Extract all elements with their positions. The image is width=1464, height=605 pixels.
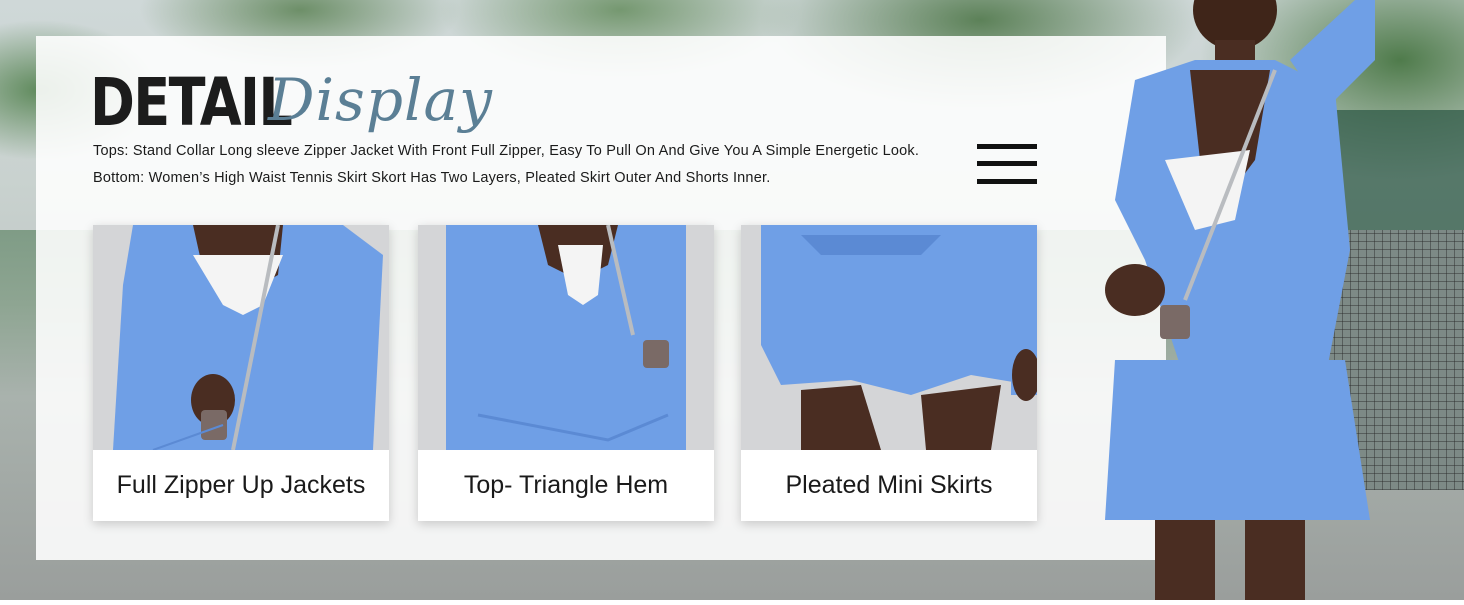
card-triangle-hem[interactable]: Top- Triangle Hem: [418, 225, 714, 521]
card-caption: Pleated Mini Skirts: [785, 471, 993, 499]
menu-bar: [977, 161, 1037, 166]
title-bold-text: DETAIL: [90, 64, 293, 141]
card-caption: Top- Triangle Hem: [463, 471, 669, 499]
title-script-text: Display: [268, 66, 493, 134]
card-jacket[interactable]: Full Zipper Up Jackets: [93, 225, 389, 521]
card-caption: Full Zipper Up Jackets: [116, 471, 366, 499]
menu-bar: [977, 144, 1037, 149]
card-pleated-skirt[interactable]: Pleated Mini Skirts: [741, 225, 1037, 521]
model-photo: [1075, 0, 1375, 600]
jacket-detail-photo: [93, 225, 389, 450]
hamburger-menu-icon[interactable]: [977, 144, 1037, 186]
triangle-hem-detail-photo: [418, 225, 714, 450]
description-bottom: Bottom: Women’s High Waist Tennis Skirt …: [93, 170, 771, 186]
pleated-skirt-detail-photo: [741, 225, 1037, 450]
menu-bar: [977, 179, 1037, 184]
description-tops: Tops: Stand Collar Long sleeve Zipper Ja…: [93, 143, 920, 159]
